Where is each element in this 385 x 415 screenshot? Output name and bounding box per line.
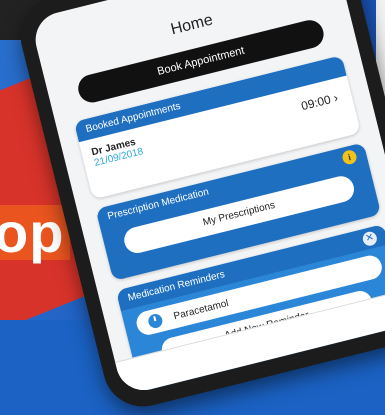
app-screen: Home Book Appointment Booked Appointment… xyxy=(29,0,385,396)
clock-icon xyxy=(144,310,167,332)
reminder-label: Paracetamol xyxy=(172,297,230,322)
background-text: op xyxy=(0,201,65,264)
phone-device: Home Book Appointment Booked Appointment… xyxy=(12,0,385,415)
